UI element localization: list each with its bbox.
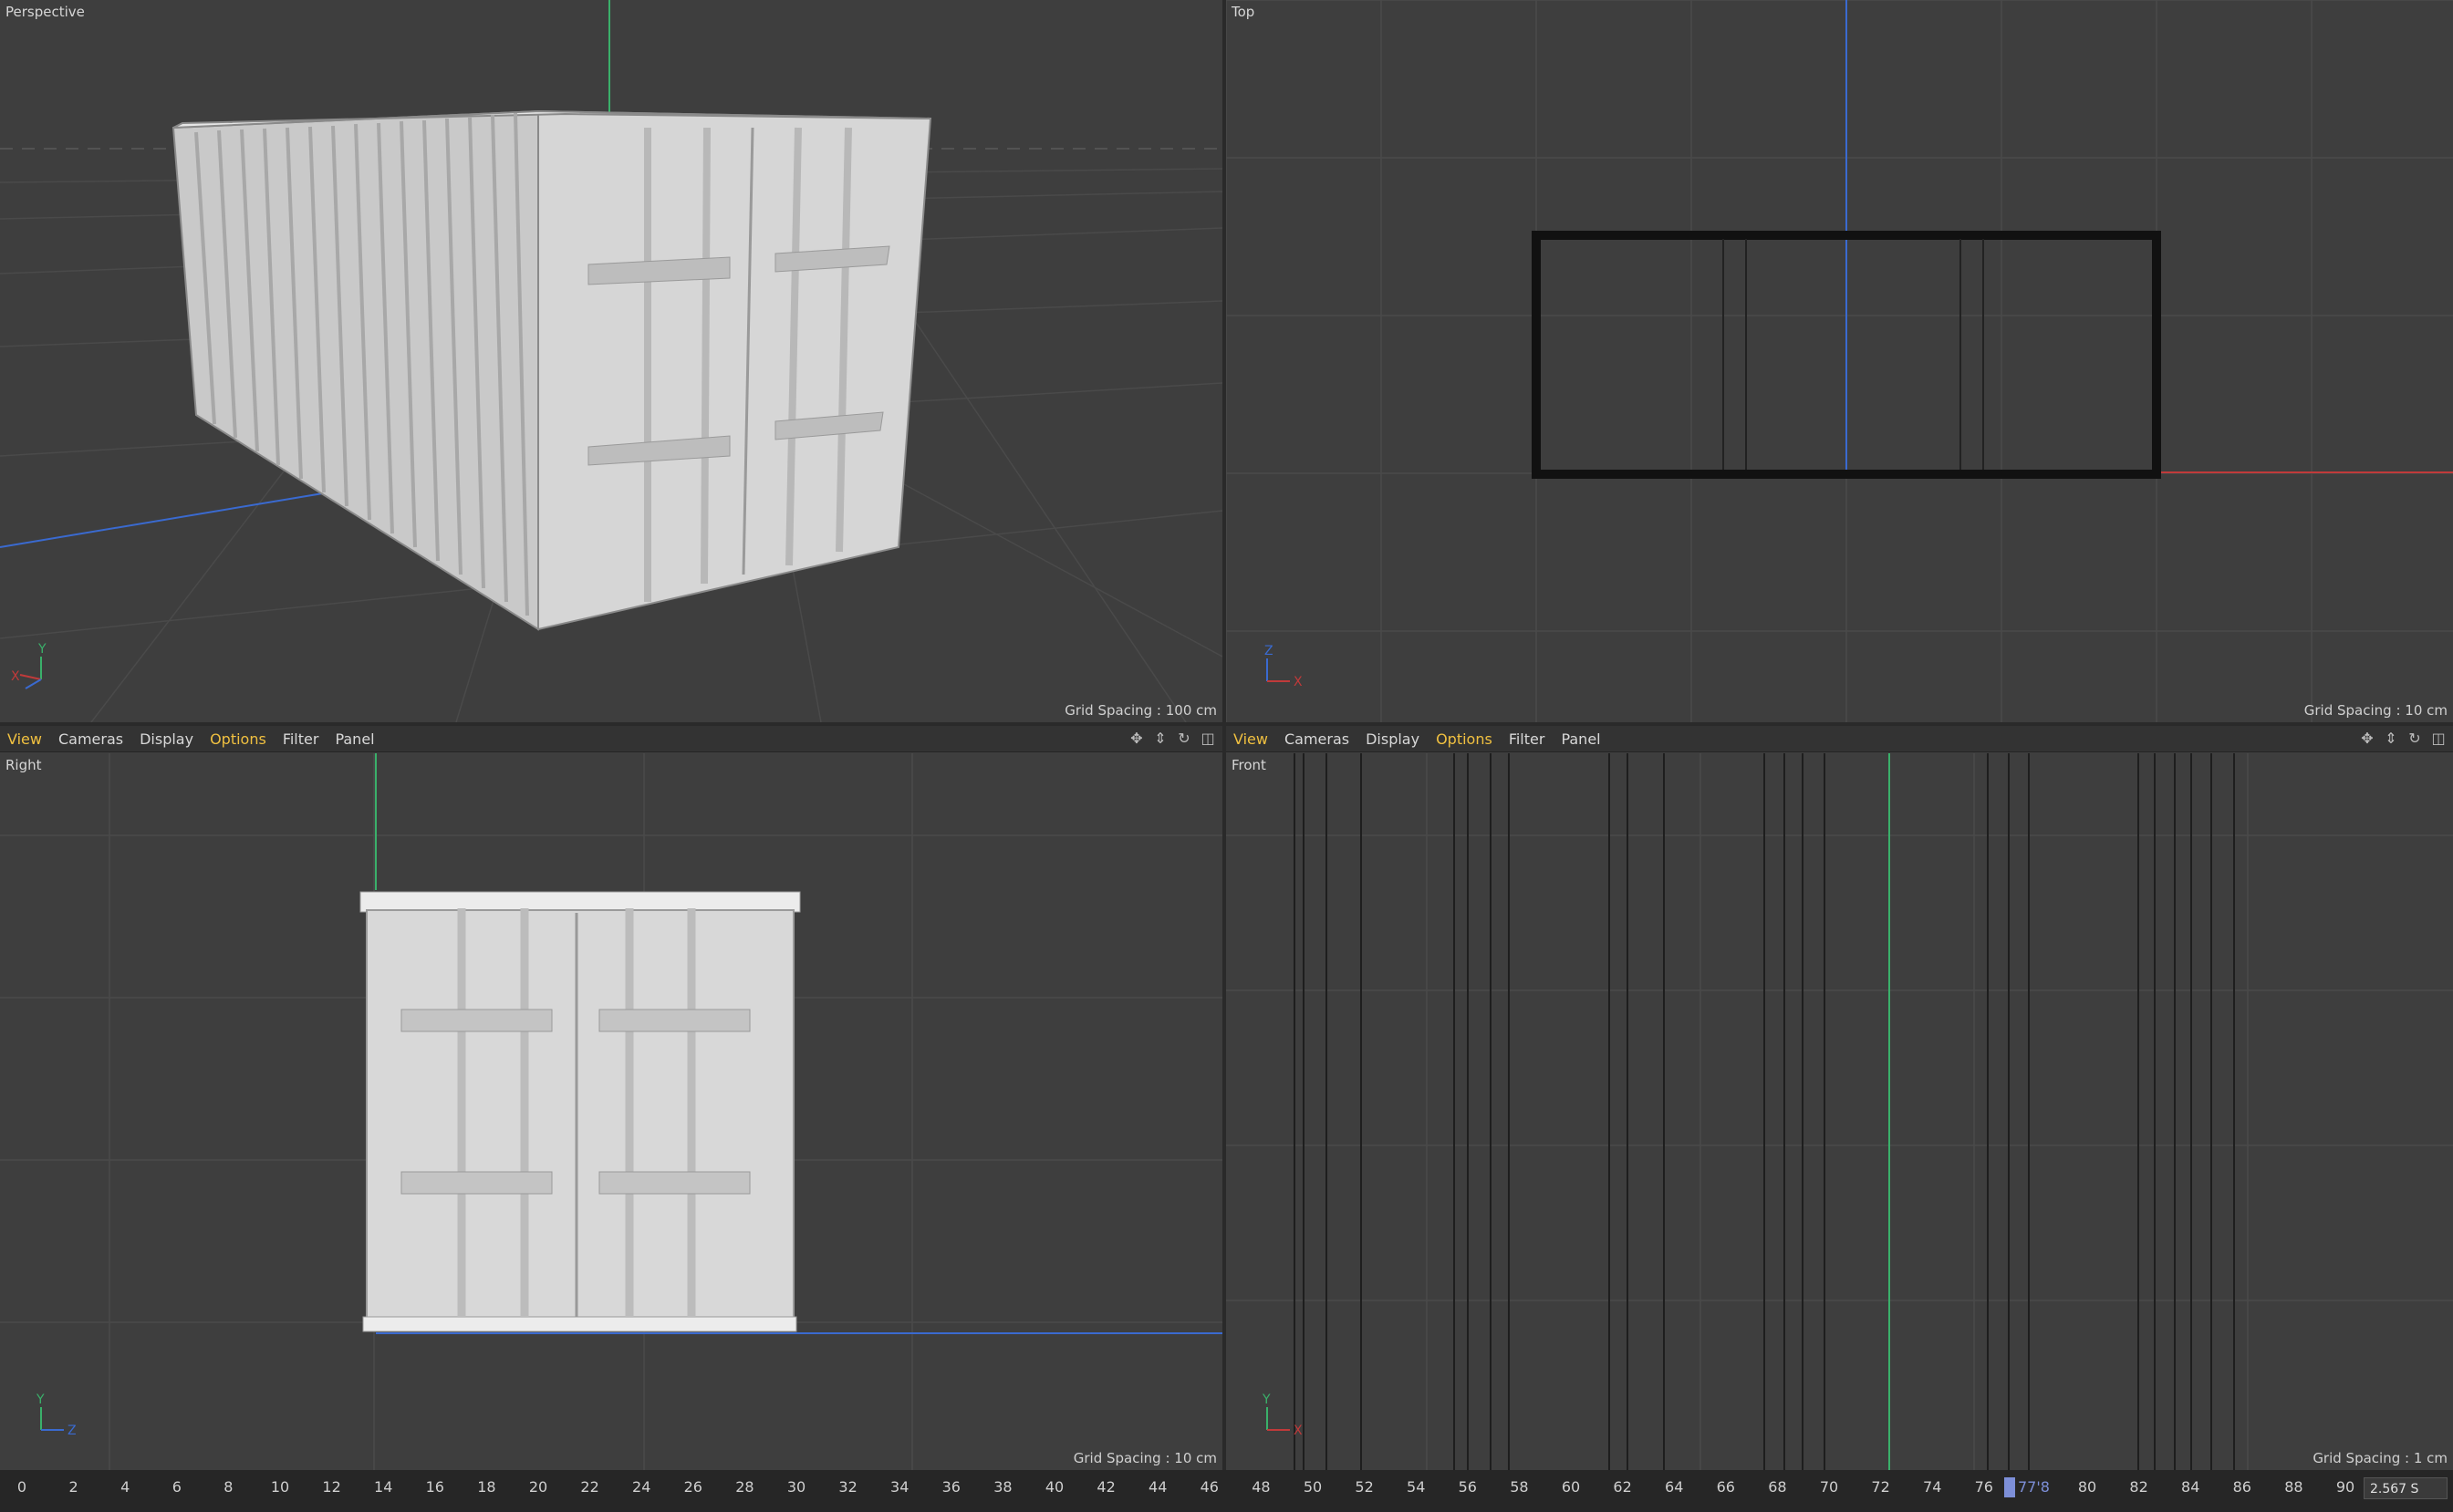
timeline-tick-label: 44 — [1149, 1478, 1168, 1496]
front-scene: Y X — [1226, 753, 2453, 1470]
timeline-tick-label: 74 — [1923, 1478, 1942, 1496]
timeline-tick-label: 38 — [993, 1478, 1013, 1496]
gizmo-z-label: Z — [1264, 644, 1273, 658]
timeline-tick-label: 24 — [632, 1478, 651, 1496]
timeline-tick-label: 54 — [1407, 1478, 1426, 1496]
timeline-tick-label: 42 — [1097, 1478, 1116, 1496]
perspective-axis-gizmo: Y X — [11, 642, 47, 689]
timeline-tick-label: 88 — [2284, 1478, 2303, 1496]
timeline-tick-label: 26 — [683, 1478, 702, 1496]
viewport-right[interactable]: View Cameras Display Options Filter Pane… — [0, 726, 1222, 1470]
timeline-tick-label: 22 — [580, 1478, 599, 1496]
viewport-front[interactable]: View Cameras Display Options Filter Pane… — [1226, 726, 2453, 1470]
viewport-perspective[interactable]: Y X Perspective Grid Spacing : 100 cm — [0, 0, 1222, 722]
timeline-tick-label: 90 — [2335, 1478, 2355, 1496]
container-model-right[interactable] — [359, 891, 801, 1332]
timeline-playhead[interactable] — [2004, 1477, 2015, 1497]
top-grid — [1226, 0, 2453, 722]
gizmo-y-label: Y — [1262, 1393, 1271, 1407]
timeline-tick-label: 12 — [322, 1478, 341, 1496]
container-model-perspective[interactable] — [172, 109, 932, 631]
grid-spacing-right: Grid Spacing : 10 cm — [1073, 1450, 1217, 1466]
gizmo-z-label: Z — [68, 1424, 77, 1438]
timeline-tick-label: 66 — [1716, 1478, 1735, 1496]
timeline-tick-label: 62 — [1613, 1478, 1632, 1496]
timeline-tick-label: 56 — [1458, 1478, 1477, 1496]
timeline-ruler[interactable]: 0 2 4 6 8 10 12 14 16 18 20 22 24 26 28 30 32 34 36 38 40 42 4… — [0, 1470, 2453, 1512]
right-scene: Y Z — [0, 753, 1222, 1470]
grid-spacing-top: Grid Spacing : 10 cm — [2303, 702, 2448, 719]
timeline-tick-label: 0 — [16, 1478, 27, 1496]
timeline-tick-label: 6 — [172, 1478, 182, 1496]
timeline-tick-label: 18 — [477, 1478, 496, 1496]
gizmo-x-label: X — [11, 669, 20, 684]
timeline-tick-label: 72 — [1871, 1478, 1890, 1496]
timeline-tick-label: 58 — [1510, 1478, 1529, 1496]
timeline-tick-label: 86 — [2232, 1478, 2251, 1496]
viewport-label-top: Top — [1232, 4, 1255, 20]
grid-spacing-front: Grid Spacing : 1 cm — [2313, 1450, 2448, 1466]
timeline-tick-label: 48 — [1252, 1478, 1271, 1496]
gizmo-y-label: Y — [37, 642, 47, 657]
timeline-tick-label: 10 — [270, 1478, 290, 1496]
current-frame-label: 77'8 — [2018, 1478, 2050, 1496]
timeline-tick-label: 28 — [735, 1478, 754, 1496]
gizmo-y-label: Y — [36, 1393, 45, 1407]
timeline-tick-label: 46 — [1200, 1478, 1219, 1496]
viewport-top[interactable]: Z X Top Grid Spacing : 10 cm — [1226, 0, 2453, 722]
timeline-tick-label: 76 — [1974, 1478, 1993, 1496]
timeline-tick-label: 2 — [68, 1478, 78, 1496]
perspective-scene: Y X — [0, 0, 1222, 722]
timeline-tick-label: 34 — [890, 1478, 909, 1496]
timeline-tick-label: 70 — [1819, 1478, 1839, 1496]
timeline-tick-label: 40 — [1045, 1478, 1065, 1496]
timeline-tick-label: 8 — [223, 1478, 234, 1496]
timeline-tick-label: 16 — [425, 1478, 444, 1496]
front-axis-gizmo: Y X — [1262, 1393, 1303, 1438]
timeline-tick-label: 68 — [1768, 1478, 1787, 1496]
right-axis-gizmo: Y Z — [36, 1393, 77, 1438]
top-axis-gizmo: Z X — [1264, 644, 1303, 689]
timeline-tick-label: 36 — [941, 1478, 961, 1496]
viewport-label-perspective: Perspective — [5, 4, 85, 20]
gizmo-x-label: X — [1294, 675, 1303, 689]
timeline-tick-label: 52 — [1355, 1478, 1374, 1496]
timeline-tick-label: 50 — [1303, 1478, 1323, 1496]
timeline-tick-label: 30 — [786, 1478, 806, 1496]
timeline-tick-label: 60 — [1561, 1478, 1581, 1496]
frame-field[interactable]: 2.567 S — [2364, 1477, 2448, 1499]
timeline-tick-label: 64 — [1665, 1478, 1684, 1496]
timeline-tick-label: 82 — [2129, 1478, 2148, 1496]
viewport-label-right: Right — [5, 757, 42, 773]
front-grid — [1226, 753, 2453, 1470]
z-axis-line — [0, 492, 329, 548]
gizmo-x-label: X — [1294, 1424, 1303, 1438]
timeline-tick-label: 20 — [528, 1478, 548, 1496]
grid-spacing-perspective: Grid Spacing : 100 cm — [1065, 702, 1217, 719]
timeline-tick-label: 80 — [2077, 1478, 2097, 1496]
timeline-tick-label: 4 — [120, 1478, 130, 1496]
viewport-label-front: Front — [1232, 757, 1266, 773]
container-model-front[interactable] — [1294, 753, 2235, 1470]
timeline-tick-label: 32 — [838, 1478, 858, 1496]
timeline-tick-label: 84 — [2181, 1478, 2200, 1496]
top-scene: Z X — [1226, 0, 2453, 722]
timeline-tick-label: 14 — [374, 1478, 393, 1496]
